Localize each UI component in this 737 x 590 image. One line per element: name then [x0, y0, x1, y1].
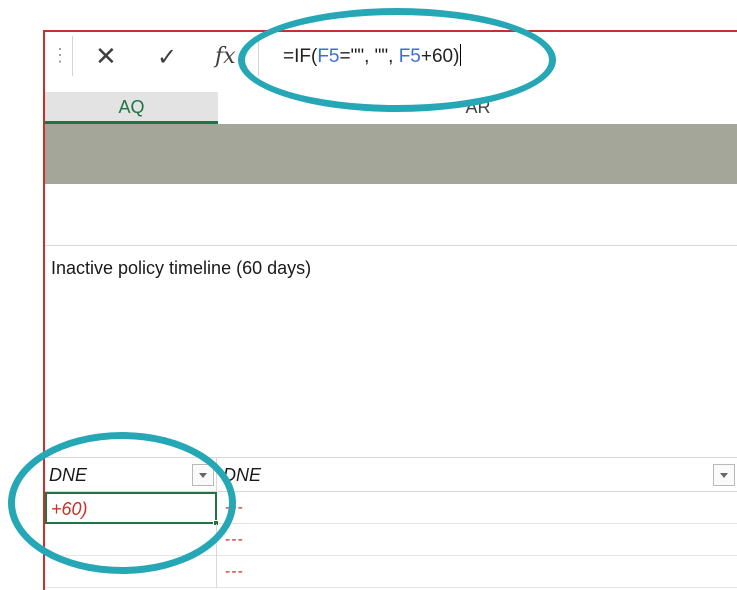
description-row[interactable]: Inactive policy timeline (60 days) — [45, 246, 737, 458]
cell-value: --- — [225, 531, 244, 548]
header-band[interactable] — [45, 124, 737, 184]
insert-function-button[interactable]: fx — [215, 42, 236, 72]
table-cell[interactable]: --- — [219, 524, 737, 556]
blank-row[interactable] — [45, 184, 737, 246]
enter-icon[interactable]: ✓ — [157, 42, 177, 72]
filter-dropdown-icon[interactable] — [713, 464, 735, 486]
annotation-ellipse-cell — [8, 432, 236, 574]
annotation-ellipse-formula — [238, 8, 556, 112]
cancel-icon[interactable]: ✕ — [95, 42, 117, 72]
cell-value: --- — [225, 563, 244, 580]
description-text: Inactive policy timeline (60 days) — [51, 258, 312, 278]
table-cell[interactable]: --- — [219, 556, 737, 588]
grip-icon[interactable]: ⋮ — [51, 46, 69, 64]
table-header-ar[interactable]: DNE — [219, 458, 737, 492]
table-cell[interactable]: --- — [219, 492, 737, 524]
column-header-aq[interactable]: AQ — [45, 92, 218, 124]
formula-bar-separator — [72, 36, 73, 76]
